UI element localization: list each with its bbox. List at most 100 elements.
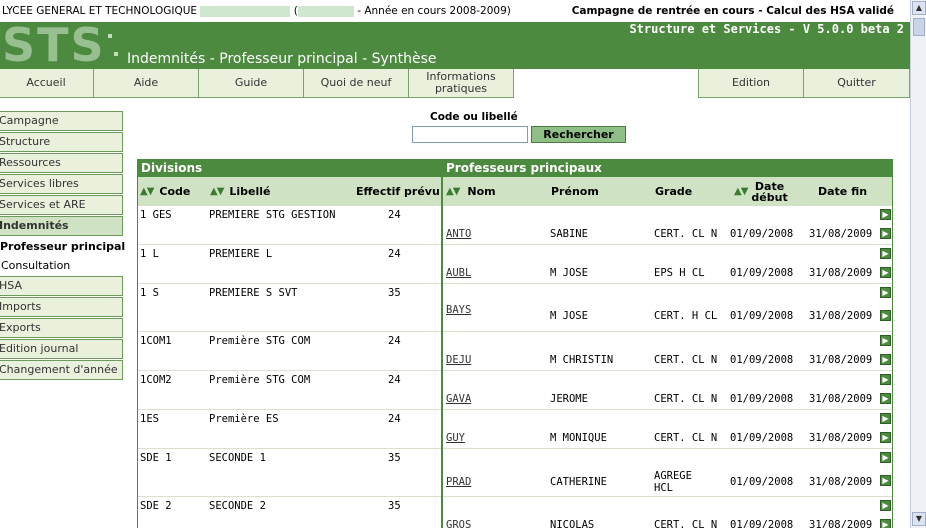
division-code: 1COM2 [140, 374, 172, 386]
table-row[interactable]: ▶ ▶ DEJU M CHRISTIN CERT. CL N 01/09/200… [443, 332, 892, 371]
sort-code[interactable]: ▲ ▼ Code [140, 177, 190, 206]
nav-quoi-de-neuf[interactable]: Quoi de neuf [303, 69, 409, 98]
nav-informations-pratiques[interactable]: Informations pratiques [408, 69, 514, 98]
division-libelle: Première ES [209, 413, 279, 425]
app-version: Structure et Services - V 5.0.0 beta 2 [629, 22, 904, 36]
triangle-down-icon[interactable]: ▼ [217, 186, 225, 197]
arrow-right-icon[interactable]: ▶ [880, 452, 891, 463]
table-row[interactable]: ▶ ▶ AUBL M JOSE EPS H CL 01/09/2008 31/0… [443, 245, 892, 284]
prof-nom-link[interactable]: DEJU [446, 354, 471, 366]
triangle-down-icon[interactable]: ▼ [453, 186, 461, 197]
table-row[interactable]: 1ES Première ES 24 [138, 410, 441, 449]
arrow-right-icon[interactable]: ▶ [880, 209, 891, 220]
sidebar-item-structure[interactable]: Structure [0, 132, 123, 152]
triangle-up-icon[interactable]: ▲ [210, 186, 218, 197]
search-button[interactable]: Rechercher [531, 126, 626, 143]
table-row[interactable]: SDE 2 SECONDE 2 35 [138, 497, 441, 528]
division-effectif: 35 [388, 500, 401, 512]
col-date-debut-line1: Date [754, 179, 785, 193]
nav-aide[interactable]: Aide [93, 69, 199, 98]
prof-nom-link[interactable]: GUY [446, 432, 465, 444]
search-input[interactable] [412, 126, 528, 143]
arrow-right-icon[interactable]: ▶ [880, 287, 891, 298]
table-row[interactable]: ▶ ▶ GROS NICOLAS CERT. CL N 01/09/2008 3… [443, 497, 892, 528]
sidebar-sub-professeur-principal[interactable]: Professeur principal [0, 240, 125, 253]
scroll-down-icon[interactable]: ▼ [912, 512, 926, 526]
sidebar-sub-consultation[interactable]: Consultation [0, 259, 70, 272]
arrow-right-icon[interactable]: ▶ [880, 432, 891, 443]
prof-nom-link[interactable]: AUBL [446, 267, 471, 279]
sidebar-item-services-are[interactable]: Services et ARE [0, 195, 123, 215]
sidebar-item-edition-journal[interactable]: Edition journal [0, 339, 123, 359]
table-row[interactable]: 1 GES PREMIERE STG GESTION 24 [138, 206, 441, 245]
arrow-right-icon[interactable]: ▶ [880, 228, 891, 239]
arrow-right-icon[interactable]: ▶ [880, 335, 891, 346]
sidebar-item-services-libres[interactable]: Services libres [0, 174, 123, 194]
nav-quitter[interactable]: Quitter [803, 69, 910, 98]
prof-grade: CERT. CL N [654, 228, 718, 240]
school-name: LYCEE GENERAL ET TECHNOLOGIQUE [2, 5, 198, 17]
arrow-right-icon[interactable]: ▶ [880, 413, 891, 424]
sidebar-item-indemnites[interactable]: Indemnités [0, 216, 123, 236]
campaign-status: Campagne de rentrée en cours - Calcul de… [571, 5, 894, 17]
sidebar-item-ressources[interactable]: Ressources [0, 153, 123, 173]
sidebar-item-imports[interactable]: Imports [0, 297, 123, 317]
arrow-right-icon[interactable]: ▶ [880, 519, 891, 528]
sidebar-item-exports[interactable]: Exports [0, 318, 123, 338]
prof-grade: CERT. CL N [654, 519, 718, 528]
redacted-uai [297, 5, 354, 17]
sort-date-debut[interactable]: ▲ ▼ Date début [734, 177, 788, 206]
prof-nom-link[interactable]: BAYS [446, 304, 471, 316]
triangle-up-icon[interactable]: ▲ [734, 186, 742, 197]
table-row[interactable]: ▶ ▶ ANTO SABINE CERT. CL N 01/09/2008 31… [443, 206, 892, 245]
triangle-down-icon[interactable]: ▼ [741, 186, 749, 197]
triangle-down-icon[interactable]: ▼ [147, 186, 155, 197]
table-row[interactable]: 1 L PREMIERE L 24 [138, 245, 441, 284]
page-title: Indemnités - Professeur principal - Synt… [127, 51, 437, 67]
prof-nom-link[interactable]: GROS [446, 519, 471, 528]
col-libelle: Libellé [229, 185, 271, 198]
sidebar-item-campagne[interactable]: Campagne [0, 111, 123, 131]
prof-prenom: NICOLAS [550, 519, 595, 528]
arrow-right-icon[interactable]: ▶ [880, 393, 891, 404]
arrow-right-icon[interactable]: ▶ [880, 500, 891, 511]
nav-edition[interactable]: Edition [698, 69, 804, 98]
sort-libelle[interactable]: ▲ ▼ Libellé [210, 177, 271, 206]
table-row[interactable]: ▶ ▶ PRAD CATHERINE AGREGE HCL 01/09/2008… [443, 449, 892, 497]
sidebar-item-changement-annee[interactable]: Changement d'année [0, 360, 123, 380]
division-code: 1ES [140, 413, 159, 425]
sidebar-item-hsa[interactable]: HSA [0, 276, 123, 296]
vertical-scrollbar[interactable]: ▲ ▼ [910, 0, 926, 528]
prof-grade: CERT. CL N [654, 393, 718, 405]
prof-date-fin: 31/08/2009 [809, 267, 873, 279]
prof-date-fin: 31/08/2009 [809, 228, 873, 240]
prof-nom-link[interactable]: GAVA [446, 393, 471, 405]
table-row[interactable]: 1COM2 Première STG COM 24 [138, 371, 441, 410]
scroll-up-icon[interactable]: ▲ [912, 1, 926, 15]
main-nav: Accueil Aide Guide Quoi de neuf Informat… [0, 69, 910, 98]
arrow-right-icon[interactable]: ▶ [880, 248, 891, 259]
arrow-right-icon[interactable]: ▶ [880, 310, 891, 321]
nav-accueil[interactable]: Accueil [0, 69, 94, 98]
arrow-right-icon[interactable]: ▶ [880, 374, 891, 385]
arrow-right-icon[interactable]: ▶ [880, 475, 891, 486]
table-row[interactable]: 1 S PREMIERE S SVT 35 [138, 284, 441, 332]
scroll-thumb[interactable] [913, 18, 925, 36]
table-row[interactable]: 1COM1 Première STG COM 24 [138, 332, 441, 371]
table-row[interactable]: ▶ ▶ BAYS M JOSE CERT. H CL 01/09/2008 31… [443, 284, 892, 332]
table-row[interactable]: SDE 1 SECONDE 1 35 [138, 449, 441, 497]
divisions-title: Divisions [138, 160, 441, 177]
triangle-up-icon[interactable]: ▲ [446, 186, 454, 197]
arrow-right-icon[interactable]: ▶ [880, 267, 891, 278]
prof-nom-link[interactable]: ANTO [446, 228, 471, 240]
prof-nom-link[interactable]: PRAD [446, 476, 471, 488]
table-row[interactable]: ▶ ▶ GUY M MONIQUE CERT. CL N 01/09/2008 … [443, 410, 892, 449]
triangle-up-icon[interactable]: ▲ [140, 186, 148, 197]
division-libelle: PREMIERE STG GESTION [209, 209, 336, 221]
arrow-right-icon[interactable]: ▶ [880, 354, 891, 365]
logo-dot [114, 52, 118, 56]
table-row[interactable]: ▶ ▶ GAVA JEROME CERT. CL N 01/09/2008 31… [443, 371, 892, 410]
sort-nom[interactable]: ▲ ▼ Nom [446, 177, 496, 206]
prof-grade: CERT. CL N [654, 432, 718, 444]
nav-guide[interactable]: Guide [198, 69, 304, 98]
